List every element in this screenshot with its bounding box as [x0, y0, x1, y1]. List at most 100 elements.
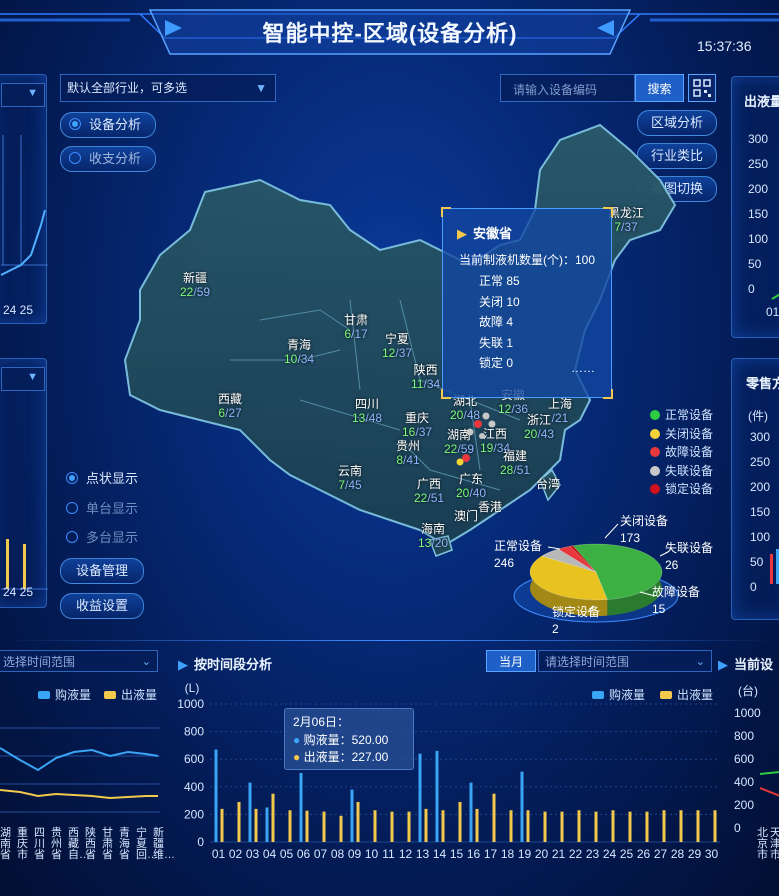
x-tick-label: 08 — [331, 847, 345, 861]
region-hongkong[interactable]: 香港 — [478, 500, 502, 514]
x-label: 贵州省 — [51, 827, 62, 861]
chart-tooltip-sell: 出液量：227.00 — [303, 750, 389, 764]
province-gansu[interactable]: 甘肃 6/17 — [344, 313, 368, 341]
province-fujian[interactable]: 福建 28/51 — [500, 449, 530, 477]
pie-label-offline: 失联设备 26 — [665, 540, 713, 574]
x-label: 天津市 — [770, 827, 779, 861]
province-heilongjiang[interactable]: 黑龙江 7/37 — [608, 206, 644, 234]
right-top-x-label: 01 — [766, 305, 779, 319]
radio-off-icon — [66, 530, 78, 543]
province-total: 48 — [368, 411, 383, 425]
x-tick-label: 23 — [586, 847, 600, 861]
tooltip-rows: 正常 85 关闭 10 故障 4 失联 1 锁定 0 — [479, 271, 520, 374]
x-label: 北京市 — [757, 827, 768, 861]
tab-revenue-analysis[interactable]: 收支分析 — [60, 146, 156, 172]
device-manage-button[interactable]: 设备管理 — [60, 558, 144, 584]
province-value: 6 — [344, 327, 351, 341]
province-total: 59 — [196, 285, 211, 299]
province-value: 10 — [284, 352, 298, 366]
province-shanghai[interactable]: 上海/21 — [548, 397, 572, 425]
tooltip-row: 故障 4 — [479, 315, 514, 329]
province-guangdong[interactable]: 广东 20/40 — [456, 472, 486, 500]
x-label: 重庆市 — [17, 827, 28, 861]
industry-compare-button[interactable]: 行业类比 — [637, 143, 717, 169]
province-yunnan[interactable]: 云南 7/45 — [338, 464, 362, 492]
bottom-divider — [0, 640, 779, 641]
bar-sell — [373, 810, 377, 842]
province-xinjiang[interactable]: 新疆 22/59 — [180, 271, 210, 299]
left-mid-select[interactable]: ▼ — [1, 367, 45, 391]
province-hainan[interactable]: 海南 13/20 — [418, 522, 448, 550]
bottom-left-range-select[interactable]: 选择时间范围 ⌄ — [0, 650, 158, 672]
bullet-icon: ● — [293, 750, 301, 764]
legend-swatch — [104, 690, 116, 699]
bar-sell — [577, 810, 581, 842]
bar-sell — [662, 810, 666, 842]
pie-label-value: 2 — [552, 622, 559, 636]
x-tick-label: 01 — [212, 847, 226, 861]
bar-sell — [220, 808, 224, 842]
bar-buy — [265, 807, 269, 842]
region-taiwan[interactable]: 台湾 — [536, 477, 560, 491]
display-mode-multi[interactable]: 多台显示 — [66, 527, 138, 546]
province-total: 21 — [555, 411, 569, 425]
province-shaanxi[interactable]: 陕西 11/34 — [411, 363, 440, 391]
x-tick-label: 27 — [654, 847, 668, 861]
pie-slice[interactable] — [541, 548, 597, 573]
bar-sell — [526, 810, 530, 842]
province-total: 37 — [418, 425, 433, 439]
legend-label: 失联设备 — [665, 463, 714, 478]
view-switch-button[interactable]: 视图切换 — [637, 176, 717, 202]
province-value: 22 — [414, 491, 428, 505]
province-name: 贵州 — [396, 439, 421, 453]
province-total: 36 — [514, 402, 529, 416]
revenue-settings-button[interactable]: 收益设置 — [60, 593, 144, 619]
industry-select[interactable]: 默认全部行业，可多选 ▼ — [60, 74, 276, 102]
time-range-select[interactable]: 请选择时间范围 ⌄ — [538, 650, 712, 672]
x-tick-label: 25 — [620, 847, 634, 861]
display-mode-dot[interactable]: 点状显示 — [66, 468, 138, 487]
legend-offline: 失联设备 — [650, 462, 713, 481]
tab-device-analysis[interactable]: 设备分析 — [60, 112, 156, 138]
pie-slice[interactable] — [569, 545, 597, 573]
right-mid-panel: 零售方 (件) 300 250 200 150 100 50 0 — [731, 358, 779, 620]
region-analysis-button[interactable]: 区域分析 — [637, 110, 717, 136]
device-code-input[interactable]: 请输入设备编码 — [500, 74, 635, 102]
region-macau[interactable]: 澳门 — [454, 509, 478, 523]
chart-tooltip-buy: 购液量：520.00 — [303, 733, 389, 747]
right-mid-mini-chart — [770, 549, 779, 584]
x-tick-label: 10 — [365, 847, 379, 861]
x-tick-label: 22 — [569, 847, 583, 861]
x-tick-label: 11 — [382, 847, 395, 861]
display-mode-single[interactable]: 单台显示 — [66, 498, 138, 517]
pie-label-text: 关闭设备 — [620, 514, 669, 528]
x-tick-label: 19 — [518, 847, 532, 861]
bottom-right-mini-chart — [760, 771, 779, 797]
bar-sell — [390, 811, 394, 842]
x-label: 新疆维… — [153, 827, 175, 861]
province-sichuan[interactable]: 四川 13/48 — [352, 397, 382, 425]
chart-tooltip-buy-row: ● 购液量：520.00 — [293, 731, 388, 748]
pie-slice[interactable] — [557, 545, 597, 573]
left-top-select[interactable]: ▼ — [1, 83, 45, 107]
province-hunan[interactable]: 湖南 22/59 — [444, 428, 474, 456]
province-value: 16 — [402, 425, 416, 439]
left-top-axis-tail: 24 25 — [3, 303, 34, 317]
province-chongqing[interactable]: 重庆 16/37 — [402, 411, 432, 439]
bottom-left-range-placeholder: 选择时间范围 — [3, 655, 76, 669]
province-hubei[interactable]: 湖北 20/48 — [450, 394, 480, 422]
pie-slice[interactable] — [571, 543, 663, 600]
province-xizang[interactable]: 西藏 6/27 — [218, 392, 242, 420]
province-guangxi[interactable]: 广西 22/51 — [414, 477, 444, 505]
province-qinghai[interactable]: 青海 10/34 — [284, 338, 314, 366]
qr-code-icon[interactable] — [688, 74, 716, 102]
axis-tick: 600 — [734, 752, 755, 766]
province-guizhou[interactable]: 贵州 8/41 — [396, 439, 420, 467]
axis-tick: 400 — [734, 775, 755, 789]
bar-sell — [611, 810, 615, 842]
search-button[interactable]: 搜索 — [635, 74, 684, 102]
tab-current-month[interactable]: 当月 — [486, 650, 536, 672]
pie-slice-side — [570, 545, 574, 563]
pie-label-fault: 故障设备 15 — [652, 584, 700, 618]
province-ningxia[interactable]: 宁夏 12/37 — [382, 332, 412, 360]
